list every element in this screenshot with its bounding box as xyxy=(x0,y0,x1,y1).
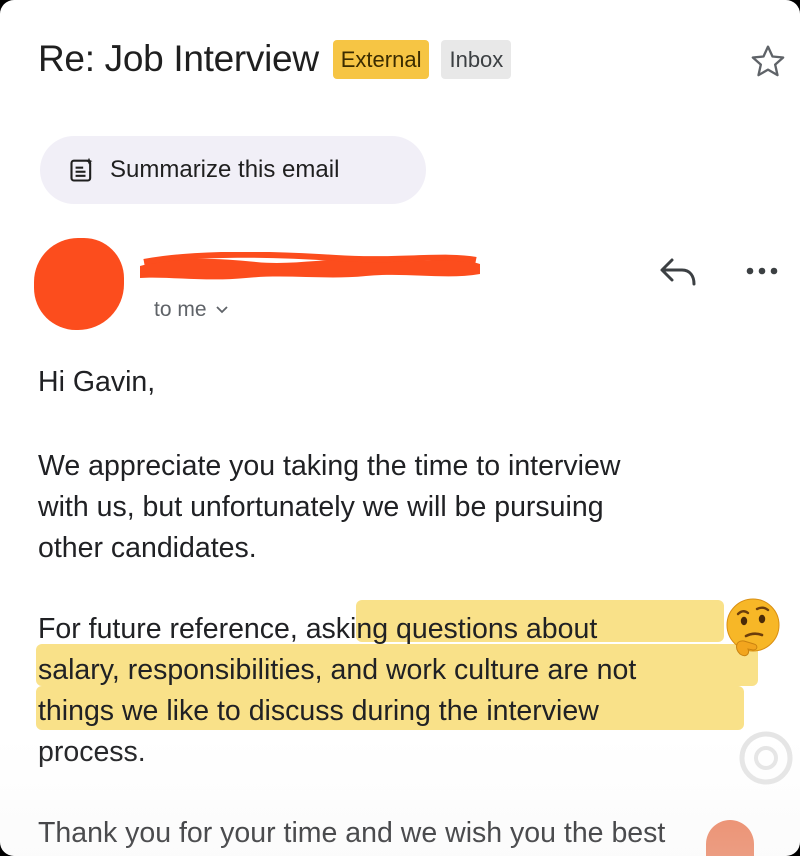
summarize-label: Summarize this email xyxy=(110,156,340,183)
reply-icon[interactable] xyxy=(656,254,700,290)
body-line: We appreciate you taking the time to int… xyxy=(38,450,621,482)
body-line: with us, but unfortunately we will be pu… xyxy=(38,491,604,523)
body-line: things we like to discuss during the int… xyxy=(38,695,599,727)
more-options-icon[interactable] xyxy=(742,262,782,280)
body-line: For future reference, asking questions a… xyxy=(38,613,598,645)
email-view: Re: Job Interview External Inbox Summari… xyxy=(0,0,800,856)
sender-avatar-redacted xyxy=(34,238,124,330)
subject-row: Re: Job Interview External Inbox xyxy=(38,38,512,80)
recipient-label: to me xyxy=(154,298,207,321)
chevron-down-icon xyxy=(215,306,228,314)
body-line: salary, responsibilities, and work cultu… xyxy=(38,654,637,686)
body-line: process. xyxy=(38,736,146,768)
body-closing: Thank you for your time and we wish you … xyxy=(38,817,666,849)
summarize-icon xyxy=(70,157,93,182)
recipient-dropdown[interactable]: to me xyxy=(154,298,229,322)
summarize-email-button[interactable]: Summarize this email xyxy=(40,136,426,204)
inbox-label-chip[interactable]: Inbox xyxy=(441,39,512,79)
email-greeting: Hi Gavin, xyxy=(38,366,156,398)
body-line: other candidates. xyxy=(38,532,257,564)
email-subject: Re: Job Interview xyxy=(38,38,319,79)
watermark-logo xyxy=(739,731,793,785)
thinking-face-emoji xyxy=(726,598,780,657)
overlay-avatar-partial xyxy=(706,820,754,856)
sender-name-redaction xyxy=(140,252,480,280)
star-icon[interactable] xyxy=(748,42,788,82)
external-label-badge: External xyxy=(332,39,430,79)
